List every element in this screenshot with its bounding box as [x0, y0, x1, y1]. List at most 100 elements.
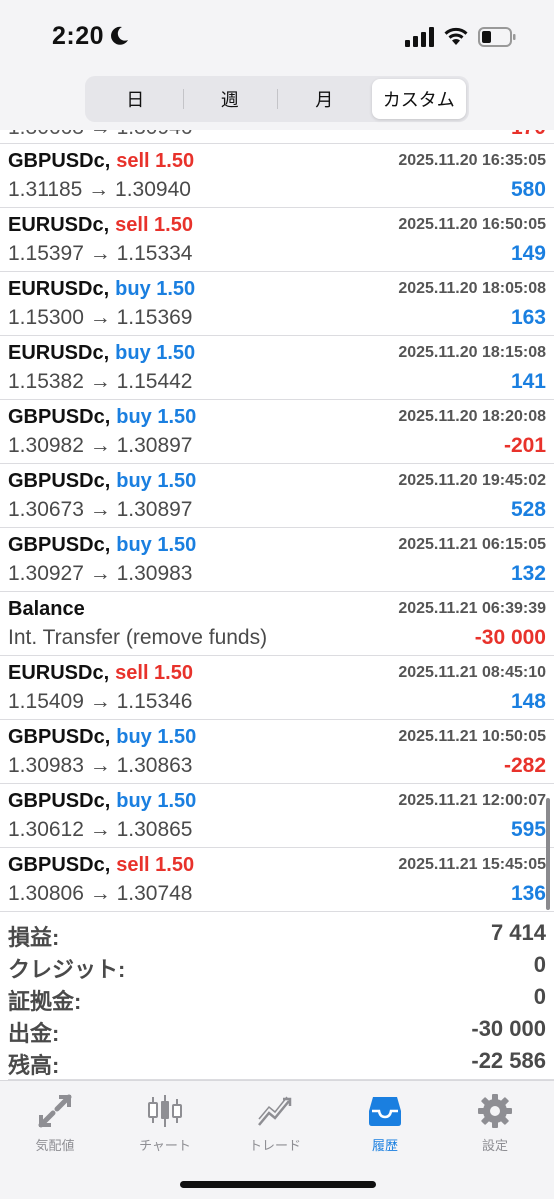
- trade-prices: 1.30982 → 1.30897: [8, 434, 193, 457]
- segment-month[interactable]: 月: [277, 79, 372, 119]
- period-segmented-control: 日 週 月 カスタム: [85, 76, 469, 122]
- summary-value: 0: [533, 952, 546, 977]
- trade-prices: 1.30983 → 1.30863: [8, 754, 193, 777]
- trade-datetime: 2025.11.21 10:50:05: [398, 728, 546, 745]
- trade-pnl: 595: [510, 818, 546, 841]
- list-item[interactable]: GBPUSDc, buy 1.50 2025.11.21 10:50:05 1.309…: [0, 720, 554, 784]
- summary-profit: 損益: 7 414: [0, 918, 554, 950]
- quotes-icon: [38, 1094, 72, 1128]
- tab-settings[interactable]: 設定: [440, 1087, 550, 1157]
- trade-datetime: 2025.11.20 16:50:05: [398, 216, 546, 233]
- trade-prices: 1.30663 → 1.30946: [8, 130, 193, 140]
- status-time: 2:20: [52, 22, 105, 50]
- tab-label: 履歴: [371, 1138, 398, 1153]
- trade-datetime: 2025.11.21 08:45:10: [398, 664, 546, 681]
- trade-title: GBPUSDc, buy 1.50: [8, 470, 196, 493]
- trade-side: buy 1.50: [115, 342, 196, 364]
- trade-symbol: GBPUSDc,: [8, 726, 111, 748]
- tab-chart[interactable]: チャート: [110, 1087, 220, 1157]
- trade-datetime: 2025.11.20 19:45:02: [398, 472, 546, 489]
- trade-title: GBPUSDc, sell 1.50: [8, 854, 194, 877]
- trade-side: buy 1.50: [116, 406, 197, 428]
- summary-label: 残高:: [8, 1053, 60, 1078]
- list-item[interactable]: GBPUSDc, buy 1.50 2025.11.21 12:00:07 1.306…: [0, 784, 554, 848]
- trade-datetime: 2025.11.21 12:00:07: [398, 792, 546, 809]
- scrollbar[interactable]: [546, 798, 550, 910]
- trade-prices: 1.15409 → 1.15346: [8, 690, 193, 713]
- trade-side: sell 1.50: [116, 854, 195, 876]
- list-item[interactable]: GBPUSDc, buy 1.50 2025.11.21 06:15:05 1.309…: [0, 528, 554, 592]
- history-icon: [369, 1097, 401, 1126]
- trade-datetime: 2025.11.21 15:45:05: [398, 856, 546, 873]
- trade-pnl: 163: [510, 306, 546, 329]
- trade-title: GBPUSDc, sell 1.50: [8, 150, 194, 173]
- trade-pnl: -201: [503, 434, 546, 457]
- trade-datetime: 2025.11.20 18:05:08: [398, 280, 546, 297]
- trade-side: buy 1.50: [115, 278, 196, 300]
- chart-icon: [148, 1095, 182, 1127]
- summary-label: 出金:: [8, 1021, 60, 1046]
- list-item[interactable]: EURUSDc, buy 1.50 2025.11.20 18:05:08 1.153…: [0, 272, 554, 336]
- trade-title: GBPUSDc, buy 1.50: [8, 406, 196, 429]
- tab-label: チャート: [139, 1138, 191, 1153]
- signal-icon: [405, 27, 434, 47]
- list-item[interactable]: GBPUSDc, sell 1.50 2025.11.21 15:45:05 1.30…: [0, 848, 554, 912]
- segment-day[interactable]: 日: [88, 79, 183, 119]
- list-item[interactable]: GBPUSDc, buy 1.50 2025.11.20 19:45:02 1.306…: [0, 464, 554, 528]
- trade-pnl: -30 000: [474, 626, 546, 649]
- trade-symbol: GBPUSDc,: [8, 854, 111, 876]
- trade-prices: Int. Transfer (remove funds): [8, 626, 268, 649]
- summary-withdrawal: 出金: -30 000: [0, 1014, 554, 1046]
- summary-balance: 残高: -22 586: [0, 1046, 554, 1078]
- list-item[interactable]: EURUSDc, sell 1.50 2025.11.21 08:45:10 1.15…: [0, 656, 554, 720]
- summary-label: 損益:: [8, 925, 60, 950]
- summary-credit: クレジット: 0: [0, 950, 554, 982]
- list-item[interactable]: GBPUSDc, sell 1.50 2025.11.20 16:35:05 1.31…: [0, 144, 554, 208]
- summary-label: クレジット:: [8, 957, 126, 982]
- segment-custom[interactable]: カスタム: [371, 79, 466, 119]
- trade-prices: 1.15397 → 1.15334: [8, 242, 193, 265]
- tab-trade[interactable]: トレード: [220, 1087, 330, 1157]
- moon-icon: [111, 26, 128, 45]
- trade-prices: 1.15382 → 1.15442: [8, 370, 193, 393]
- trade-pnl: 132: [510, 562, 546, 585]
- list-item-partial[interactable]: 1.30663 → 1.30946 170: [0, 130, 554, 144]
- tab-quotes[interactable]: 気配値: [0, 1087, 110, 1157]
- segment-week[interactable]: 週: [182, 79, 278, 119]
- battery-icon: [478, 27, 516, 47]
- trade-pnl: 148: [510, 690, 546, 713]
- trade-title: EURUSDc, sell 1.50: [8, 662, 193, 685]
- trade-prices: 1.30673 → 1.30897: [8, 498, 193, 521]
- trade-title: EURUSDc, buy 1.50: [8, 342, 195, 365]
- trade-icon: [258, 1096, 292, 1126]
- trade-side: buy 1.50: [116, 726, 197, 748]
- trade-pnl: 528: [510, 498, 546, 521]
- trade-datetime: 2025.11.21 06:39:39: [398, 600, 546, 617]
- trade-symbol: Balance: [8, 598, 85, 620]
- trade-side: sell 1.50: [116, 150, 195, 172]
- list-item[interactable]: EURUSDc, sell 1.50 2025.11.20 16:50:05 1.15…: [0, 208, 554, 272]
- summary-panel: 損益: 7 414 クレジット: 0 証拠金: 0 出金: -30 000 残高…: [0, 918, 554, 1078]
- trade-prices: 1.31185 → 1.30940: [8, 178, 191, 201]
- list-item[interactable]: GBPUSDc, buy 1.50 2025.11.20 18:20:08 1.309…: [0, 400, 554, 464]
- summary-value: 7 414: [490, 920, 546, 945]
- trade-side: sell 1.50: [115, 662, 193, 684]
- list-item[interactable]: Balance 2025.11.21 06:39:39 Int. Transfer …: [0, 592, 554, 656]
- trade-title: GBPUSDc, buy 1.50: [8, 534, 196, 557]
- trade-pnl: -282: [503, 754, 546, 777]
- summary-value: 0: [533, 984, 546, 1009]
- trade-prices: 1.30612 → 1.30865: [8, 818, 193, 841]
- wifi-icon: [444, 27, 468, 45]
- trade-symbol: GBPUSDc,: [8, 534, 111, 556]
- tab-history[interactable]: 履歴: [330, 1087, 440, 1157]
- trade-symbol: GBPUSDc,: [8, 406, 111, 428]
- home-indicator: [180, 1181, 376, 1188]
- trade-prices: 1.30806 → 1.30748: [8, 882, 193, 905]
- trade-datetime: 2025.11.21 06:15:05: [398, 536, 546, 553]
- trade-pnl: 149: [510, 242, 546, 265]
- gear-icon: [478, 1094, 512, 1128]
- trade-symbol: EURUSDc,: [8, 278, 110, 300]
- trade-side: buy 1.50: [116, 790, 197, 812]
- tab-label: トレード: [248, 1138, 301, 1153]
- list-item[interactable]: EURUSDc, buy 1.50 2025.11.20 18:15:08 1.153…: [0, 336, 554, 400]
